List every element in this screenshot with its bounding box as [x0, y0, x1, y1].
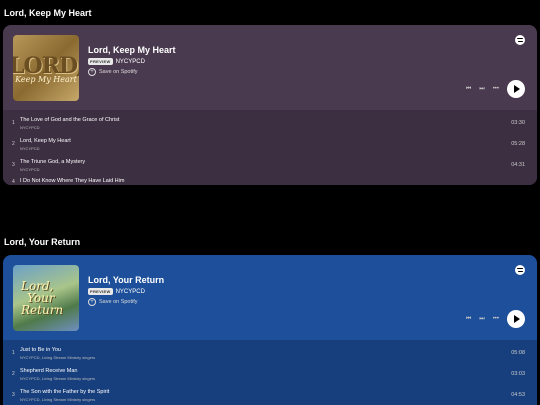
- track-artist: NYCYPCD, Living Stream Ministry singers: [20, 397, 96, 402]
- plus-circle-icon: +: [88, 298, 96, 306]
- track-row[interactable]: 3 The Triune God, a Mystery NYCYPCD 04:3…: [3, 157, 537, 178]
- track-number: 1: [12, 120, 15, 126]
- embed-header: LORD, Keep My Heart Lord, Keep My Heart …: [3, 25, 537, 110]
- section-heading: Lord, Your Return: [4, 237, 81, 247]
- spotify-embed: LORD, Keep My Heart Lord, Keep My Heart …: [3, 25, 537, 185]
- album-meta: PREVIEW NYCYPCD: [88, 288, 145, 295]
- next-icon[interactable]: ⏭: [479, 86, 484, 93]
- track-name: The Son with the Father by the Spirit: [20, 389, 110, 395]
- track-name: Just to Be in You: [20, 347, 61, 353]
- track-duration: 04:53: [511, 392, 525, 398]
- save-on-spotify-button[interactable]: + Save on Spotify: [88, 68, 138, 76]
- track-duration: 05:28: [511, 141, 525, 147]
- album-meta: PREVIEW NYCYPCD: [88, 58, 145, 65]
- spotify-logo-icon[interactable]: [515, 35, 525, 45]
- save-label: Save on Spotify: [99, 69, 138, 75]
- track-duration: 03:30: [511, 120, 525, 126]
- previous-icon[interactable]: ⏮: [466, 86, 471, 93]
- playback-controls: ⏮ ⏭ •••: [466, 80, 525, 98]
- track-name: I Do Not Know Where They Have Laid Him: [20, 178, 125, 184]
- track-artist: NYCYPCD, Living Stream Ministry singers: [20, 355, 96, 360]
- album-title[interactable]: Lord, Your Return: [88, 275, 164, 285]
- track-name: The Triune God, a Mystery: [20, 159, 86, 165]
- album-art-subtext: Keep My Heart: [15, 74, 77, 84]
- track-artist: NYCYPCD: [20, 167, 40, 172]
- track-artist: NYCYPCD: [20, 125, 40, 130]
- track-artist: NYCYPCD: [20, 146, 40, 151]
- album-art[interactable]: LORD, Keep My Heart: [13, 35, 79, 101]
- track-duration: 04:31: [511, 162, 525, 168]
- preview-badge: PREVIEW: [88, 288, 113, 295]
- more-options-icon[interactable]: •••: [493, 86, 499, 92]
- track-list: 1 The Love of God and the Grace of Chris…: [3, 110, 537, 185]
- track-row[interactable]: 1 Just to Be in You NYCYPCD, Living Stre…: [3, 345, 537, 366]
- track-name: The Love of God and the Grace of Christ: [20, 117, 120, 123]
- track-name: Lord, Keep My Heart: [20, 138, 71, 144]
- spotify-logo-icon[interactable]: [515, 265, 525, 275]
- track-number: 2: [12, 371, 15, 377]
- plus-circle-icon: +: [88, 68, 96, 76]
- embed-header: Lord, Your Return Lord, Your Return PREV…: [3, 255, 537, 340]
- previous-icon[interactable]: ⏮: [466, 316, 471, 323]
- track-duration: 03:03: [511, 371, 525, 377]
- track-number: 2: [12, 141, 15, 147]
- track-number: 3: [12, 162, 15, 168]
- track-row[interactable]: 4 I Do Not Know Where They Have Laid Him: [3, 178, 537, 185]
- spotify-embed: Lord, Your Return Lord, Your Return PREV…: [3, 255, 537, 405]
- album-art[interactable]: Lord, Your Return: [13, 265, 79, 331]
- playback-controls: ⏮ ⏭ •••: [466, 310, 525, 328]
- play-button[interactable]: [507, 80, 525, 98]
- next-icon[interactable]: ⏭: [479, 316, 484, 323]
- track-name: Shepherd Receive Man: [20, 368, 78, 374]
- more-options-icon[interactable]: •••: [493, 316, 499, 322]
- play-button[interactable]: [507, 310, 525, 328]
- album-title[interactable]: Lord, Keep My Heart: [88, 45, 176, 55]
- track-artist: NYCYPCD, Living Stream Ministry singers: [20, 376, 96, 381]
- track-duration: 05:08: [511, 350, 525, 356]
- track-row[interactable]: 2 Shepherd Receive Man NYCYPCD, Living S…: [3, 366, 537, 387]
- track-row[interactable]: 3 The Son with the Father by the Spirit …: [3, 387, 537, 405]
- track-row[interactable]: 1 The Love of God and the Grace of Chris…: [3, 115, 537, 136]
- track-row[interactable]: 2 Lord, Keep My Heart NYCYPCD 05:28: [3, 136, 537, 157]
- artist-link[interactable]: NYCYPCD: [116, 289, 145, 295]
- album-art-text: Return: [21, 303, 64, 317]
- save-label: Save on Spotify: [99, 299, 138, 305]
- track-number: 3: [12, 392, 15, 398]
- save-on-spotify-button[interactable]: + Save on Spotify: [88, 298, 138, 306]
- track-list: 1 Just to Be in You NYCYPCD, Living Stre…: [3, 340, 537, 405]
- artist-link[interactable]: NYCYPCD: [116, 59, 145, 65]
- preview-badge: PREVIEW: [88, 58, 113, 65]
- track-number: 4: [12, 179, 15, 185]
- track-number: 1: [12, 350, 15, 356]
- section-heading: Lord, Keep My Heart: [4, 8, 92, 18]
